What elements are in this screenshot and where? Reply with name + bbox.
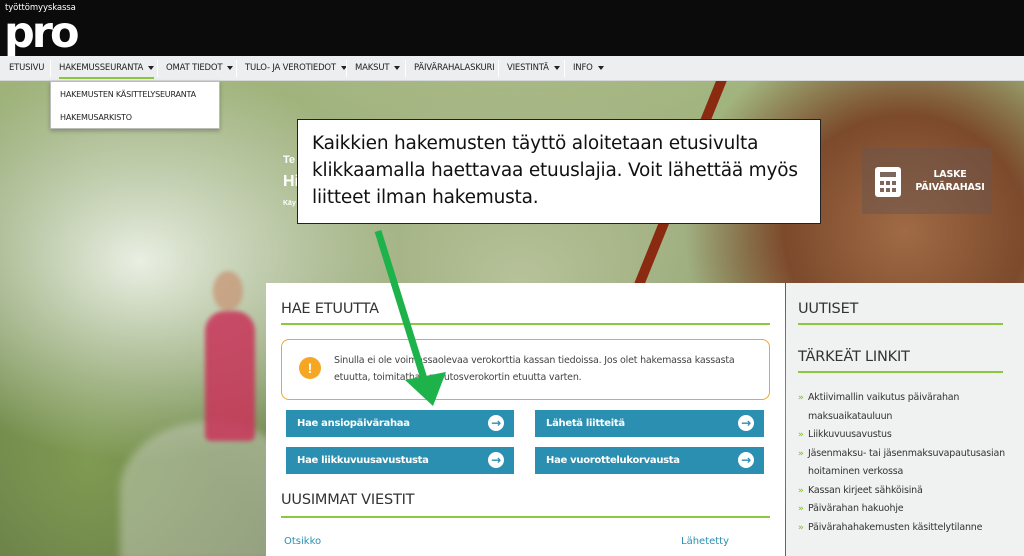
nav-item-paivarahalaskuri[interactable]: PÄIVÄRAHALASKURI [414, 56, 495, 81]
apply-earnings-allowance-button[interactable]: Hae ansiopäivärahaa → [286, 410, 514, 437]
column-header-sent[interactable]: Lähetetty [681, 536, 729, 547]
tax-card-notice: ! Sinulla ei ole voimassaolevaa verokort… [281, 339, 770, 400]
chevron-right-icon: » [798, 430, 804, 440]
messages-section-title: UUSIMMAT VIESTIT [281, 492, 415, 508]
hero-heading-small: Te [283, 154, 296, 166]
hakemusseuranta-dropdown: HAKEMUSTEN KÄSITTELYSEURANTA HAKEMUSARKI… [50, 81, 220, 129]
chevron-down-icon [553, 65, 560, 70]
nav-item-hakemusseuranta[interactable]: HAKEMUSSEURANTA [59, 56, 155, 81]
apply-job-alternation-button[interactable]: Hae vuorottelukorvausta → [535, 447, 764, 474]
main-nav: ETUSIVU HAKEMUSSEURANTA OMAT TIEDOT TULO… [0, 56, 1024, 81]
dropdown-item-hakemusarkisto[interactable]: HAKEMUSARKISTO [60, 113, 132, 122]
instruction-callout: Kaikkien hakemusten täyttö aloitetaan et… [297, 119, 821, 224]
column-header-subject[interactable]: Otsikko [284, 536, 321, 547]
chevron-down-icon [148, 65, 155, 70]
arrow-right-icon: → [738, 415, 754, 431]
nav-item-viestinta[interactable]: VIESTINTÄ [507, 56, 560, 81]
brand-logo[interactable]: työttömyyskassa pro [4, 0, 84, 58]
nav-item-info[interactable]: INFO [573, 56, 604, 81]
apply-section-title: HAE ETUUTTA [281, 301, 379, 317]
brand-wordmark: pro [4, 8, 80, 58]
instruction-text: Kaikkien hakemusten täyttö aloitetaan et… [312, 133, 798, 208]
news-title[interactable]: UUTISET [798, 301, 858, 317]
warning-icon: ! [299, 357, 321, 379]
chevron-down-icon [227, 65, 234, 70]
hero-subtext: Käy [283, 200, 296, 207]
link-jasenmaksu[interactable]: » Jäsenmaksu- tai jäsenmaksuvapautusasian… [798, 445, 1008, 482]
link-kasittelytilanne[interactable]: » Päivärahahakemusten käsittelytilanne [798, 519, 1008, 538]
chevron-right-icon: » [798, 448, 804, 459]
nav-item-etusivu[interactable]: ETUSIVU [9, 56, 45, 81]
site-header: työttömyyskassa pro [0, 0, 1024, 56]
chevron-down-icon [394, 65, 401, 70]
nav-item-omat-tiedot[interactable]: OMAT TIEDOT [166, 56, 234, 81]
link-kassan-kirjeet[interactable]: » Kassan kirjeet sähköisinä [798, 482, 1008, 501]
chevron-right-icon: » [798, 522, 804, 533]
chevron-right-icon: » [798, 504, 804, 514]
apply-mobility-allowance-button[interactable]: Hae liikkuvuusavustusta → [286, 447, 514, 474]
tax-card-notice-text: Sinulla ei ole voimassaolevaa verokortti… [334, 355, 735, 383]
link-liikkuvuusavustus[interactable]: » Liikkuvuusavustus [798, 426, 1008, 445]
chevron-right-icon: » [798, 485, 804, 496]
arrow-right-icon: → [738, 452, 754, 468]
chevron-down-icon [597, 65, 604, 70]
link-aktiivimalli[interactable]: » Aktiivimallin vaikutus päivärahan maksu… [798, 389, 1008, 426]
nav-item-tulo-ja-verotiedot[interactable]: TULO- JA VEROTIEDOT [245, 56, 347, 81]
calculate-allowance-label: LASKE PÄIVÄRAHASI [915, 169, 985, 193]
dropdown-item-kasittelyseuranta[interactable]: HAKEMUSTEN KÄSITTELYSEURANTA [60, 90, 196, 99]
calculator-icon [875, 167, 901, 197]
link-hakuohje[interactable]: » Päivärahan hakuohje [798, 500, 1008, 519]
chevron-right-icon: » [798, 393, 804, 403]
arrow-right-icon: → [488, 415, 504, 431]
important-links-title: TÄRKEÄT LINKIT [798, 349, 910, 365]
arrow-right-icon: → [488, 452, 504, 468]
nav-item-maksut[interactable]: MAKSUT [355, 56, 401, 81]
important-links-list: » Aktiivimallin vaikutus päivärahan maksu… [798, 389, 1008, 537]
calculate-allowance-button[interactable]: LASKE PÄIVÄRAHASI [862, 148, 992, 214]
send-attachments-button[interactable]: Lähetä liitteitä → [535, 410, 764, 437]
